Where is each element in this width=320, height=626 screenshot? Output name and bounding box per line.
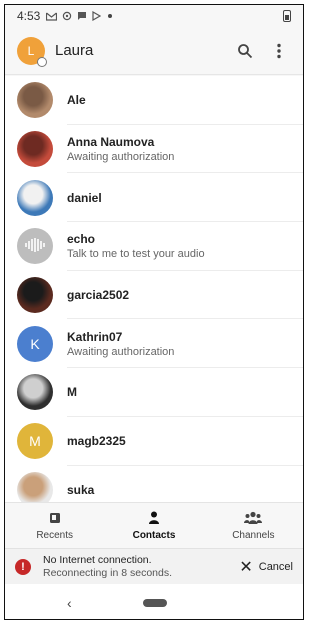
contact-text: suka: [67, 483, 94, 497]
list-item[interactable]: M: [5, 368, 303, 417]
snackbar-line-2: Reconnecting in 8 seconds.: [43, 566, 172, 579]
contact-name: Ale: [67, 93, 86, 108]
tab-channels-label: Channels: [232, 530, 275, 541]
avatar-initial: K: [30, 335, 40, 352]
tab-recents[interactable]: Recents: [5, 503, 104, 549]
tab-contacts-label: Contacts: [132, 530, 176, 541]
avatar: [17, 374, 53, 411]
contact-name: daniel: [67, 190, 102, 205]
snackbar-message: No Internet connection. Reconnecting in …: [43, 554, 172, 580]
person-icon: [148, 511, 160, 527]
cancel-button[interactable]: ✕ Cancel: [239, 557, 293, 577]
contact-name: suka: [67, 482, 95, 497]
contact-name: Anna Naumova: [67, 135, 155, 150]
profile-avatar[interactable]: L: [17, 36, 47, 67]
presence-status-icon: [37, 56, 47, 67]
tab-channels[interactable]: Channels: [204, 503, 303, 549]
app-bar-actions: [223, 39, 291, 63]
avatar: [17, 82, 53, 119]
contact-text: M: [67, 385, 77, 399]
contact-status: Awaiting authorization: [67, 345, 175, 358]
status-time: 4:53: [17, 9, 41, 23]
battery-icon: [283, 10, 291, 22]
recents-icon: [49, 512, 61, 527]
avatar: M: [17, 423, 53, 460]
contact-name: M: [67, 385, 77, 400]
avatar: [17, 471, 53, 502]
device-frame: 4:53 L Laura Ale Anna Naumova Awaiting a…: [4, 4, 304, 620]
bottom-navigation: Recents Contacts Channels: [5, 502, 303, 549]
list-item[interactable]: suka: [5, 466, 303, 502]
contact-text: Kathrin07 Awaiting authorization: [67, 330, 174, 358]
list-item[interactable]: Mmagb2325: [5, 417, 303, 466]
avatar: K: [17, 325, 53, 362]
contact-status: Talk to me to test your audio: [67, 248, 205, 261]
app-bar: L Laura: [5, 27, 303, 75]
sync-icon: [62, 11, 72, 21]
home-pill-icon[interactable]: [143, 598, 167, 607]
contact-name: Kathrin07: [67, 329, 123, 344]
contact-text: Ale: [67, 93, 86, 107]
contact-name: magb2325: [67, 434, 126, 449]
contact-text: echo Talk to me to test your audio: [67, 232, 205, 260]
message-icon: [77, 11, 87, 21]
cancel-label: Cancel: [258, 560, 293, 573]
system-navigation-bar: ‹: [5, 584, 303, 619]
status-bar: 4:53: [5, 5, 303, 27]
avatar: [17, 228, 53, 265]
more-vert-icon[interactable]: [267, 39, 291, 63]
account-name[interactable]: Laura: [55, 42, 93, 59]
list-item[interactable]: Anna Naumova Awaiting authorization: [5, 125, 303, 174]
avatar: [17, 131, 53, 168]
list-item[interactable]: garcia2502: [5, 271, 303, 320]
list-item[interactable]: echo Talk to me to test your audio: [5, 222, 303, 271]
contact-text: Anna Naumova Awaiting authorization: [67, 135, 174, 163]
contact-text: garcia2502: [67, 288, 129, 302]
play-store-icon: [92, 11, 102, 21]
tab-contacts[interactable]: Contacts: [104, 503, 203, 549]
audio-wave-icon: [25, 237, 45, 255]
connection-snackbar: ! No Internet connection. Reconnecting i…: [5, 548, 303, 584]
close-icon: ✕: [239, 558, 253, 576]
error-icon: !: [15, 558, 31, 575]
snackbar-line-1: No Internet connection.: [43, 553, 152, 566]
contact-text: daniel: [67, 191, 102, 205]
contact-name: echo: [67, 232, 96, 247]
avatar: [17, 179, 53, 216]
list-item[interactable]: K Kathrin07 Awaiting authorization: [5, 319, 303, 368]
profile-avatar-initial: L: [27, 43, 35, 58]
dot-icon: [108, 14, 113, 18]
tab-recents-label: Recents: [36, 529, 73, 541]
contact-status: Awaiting authorization: [67, 151, 175, 164]
back-chevron-icon[interactable]: ‹: [67, 595, 72, 611]
group-icon: [244, 511, 263, 527]
avatar: [17, 277, 53, 314]
gmail-icon: [46, 12, 58, 21]
avatar-initial: M: [29, 433, 41, 450]
contact-name: garcia2502: [67, 288, 130, 303]
list-item[interactable]: daniel: [5, 173, 303, 222]
list-item[interactable]: Ale: [5, 76, 303, 125]
search-icon[interactable]: [233, 39, 257, 63]
contact-text: magb2325: [67, 434, 126, 448]
contact-list[interactable]: Ale Anna Naumova Awaiting authorization dan…: [5, 76, 303, 502]
